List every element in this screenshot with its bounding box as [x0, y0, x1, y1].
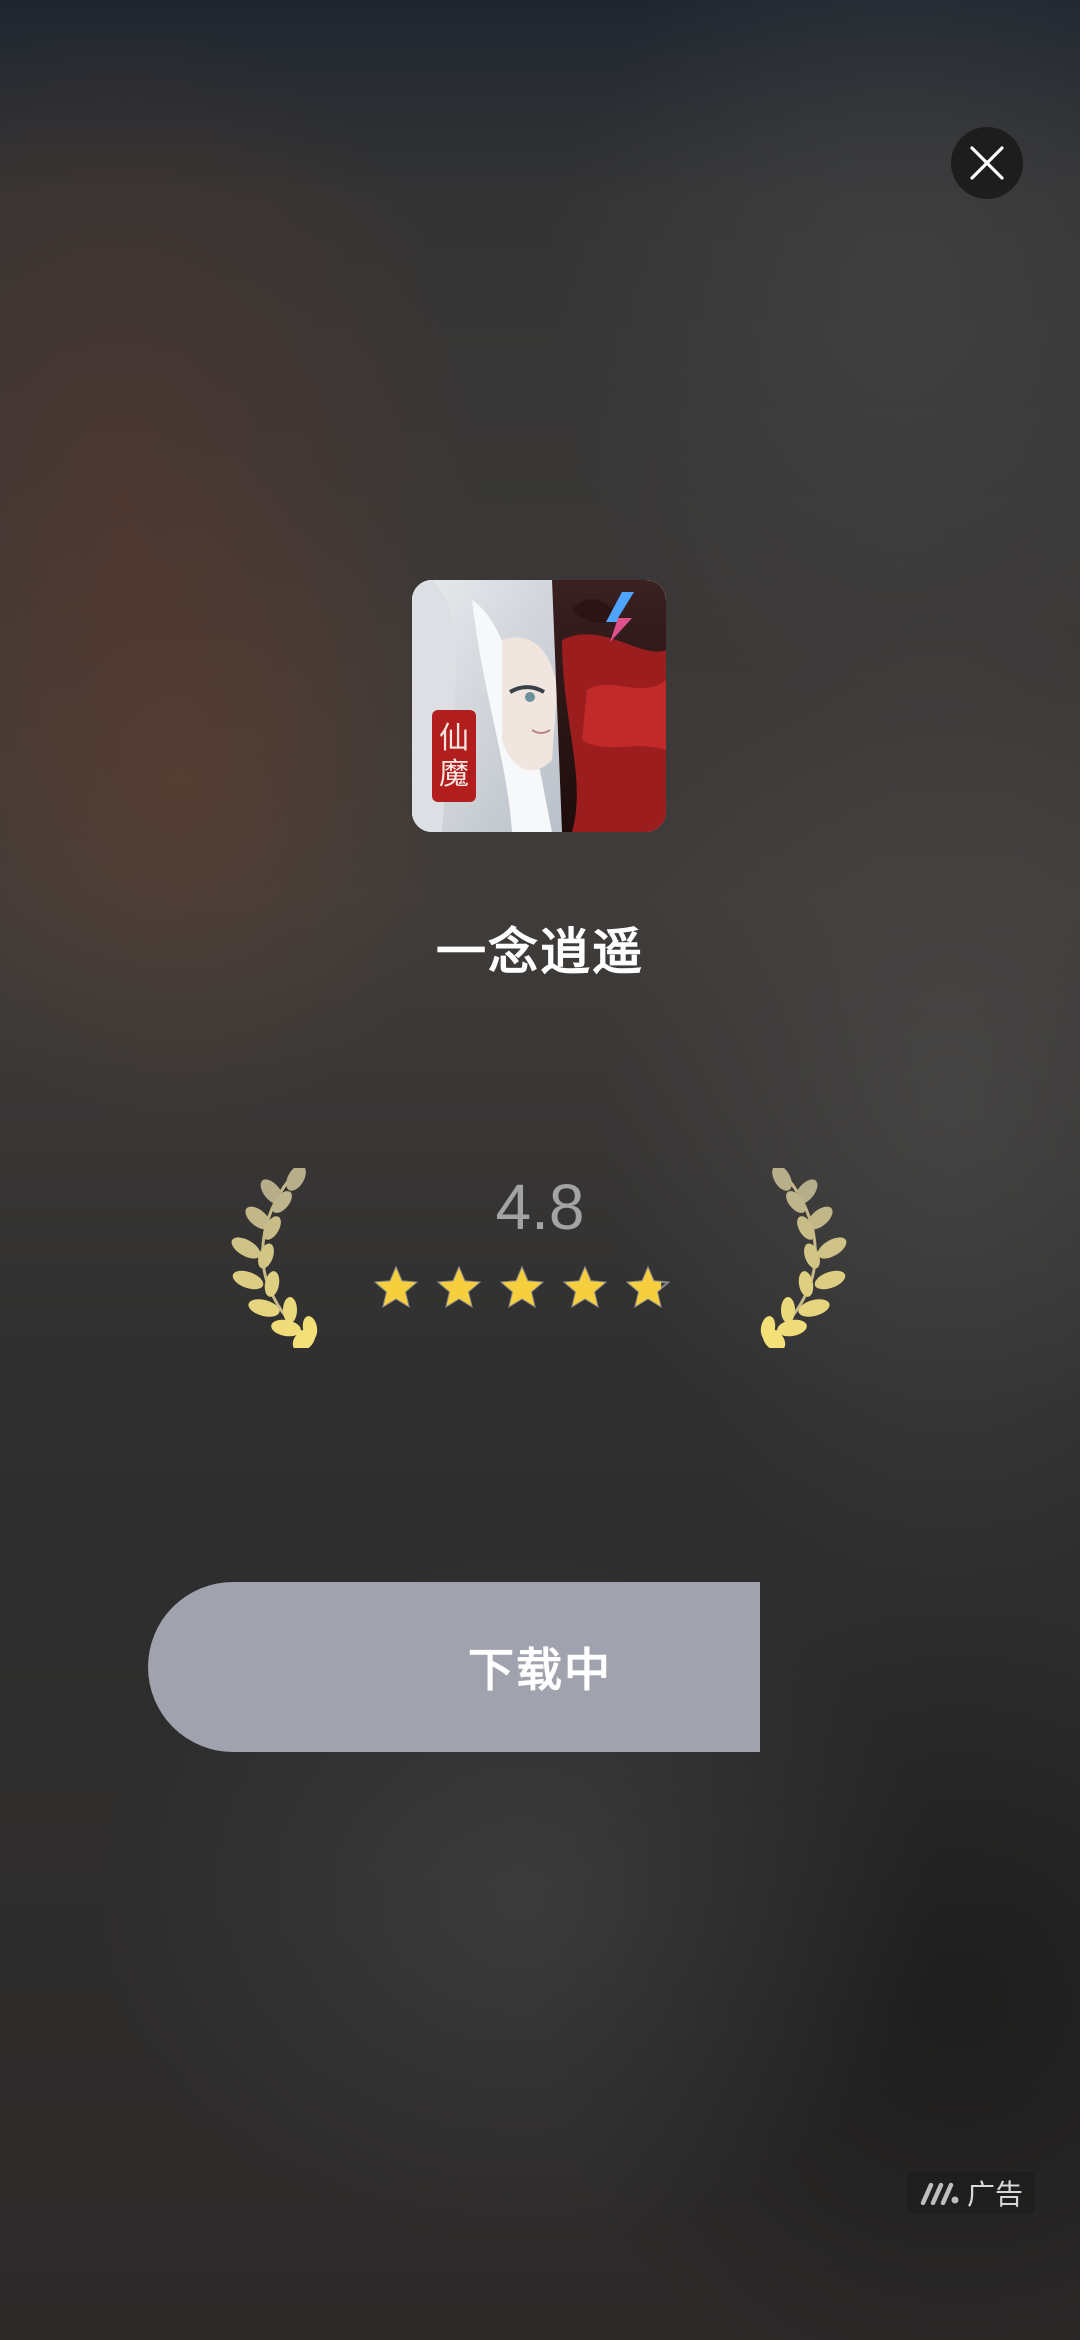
rating-value: 4.8	[495, 1171, 585, 1243]
ad-badge: 广告	[907, 2172, 1035, 2214]
ad-label: 广告	[966, 2178, 1023, 2211]
app-icon: 仙魔	[412, 580, 666, 832]
star-icon	[626, 1266, 670, 1308]
ad-logo-icon	[920, 2182, 959, 2205]
star-icon	[500, 1266, 544, 1308]
close-icon	[970, 146, 1004, 180]
star-icon	[563, 1266, 607, 1308]
rating-stars	[374, 1266, 670, 1308]
app-name: 一念逍遥	[436, 923, 644, 981]
star-icon	[374, 1266, 418, 1308]
close-button[interactable]	[951, 127, 1023, 199]
download-button-label: 下载中	[468, 1643, 612, 1697]
star-icon	[437, 1266, 481, 1308]
svg-text:仙魔: 仙魔	[439, 721, 469, 792]
